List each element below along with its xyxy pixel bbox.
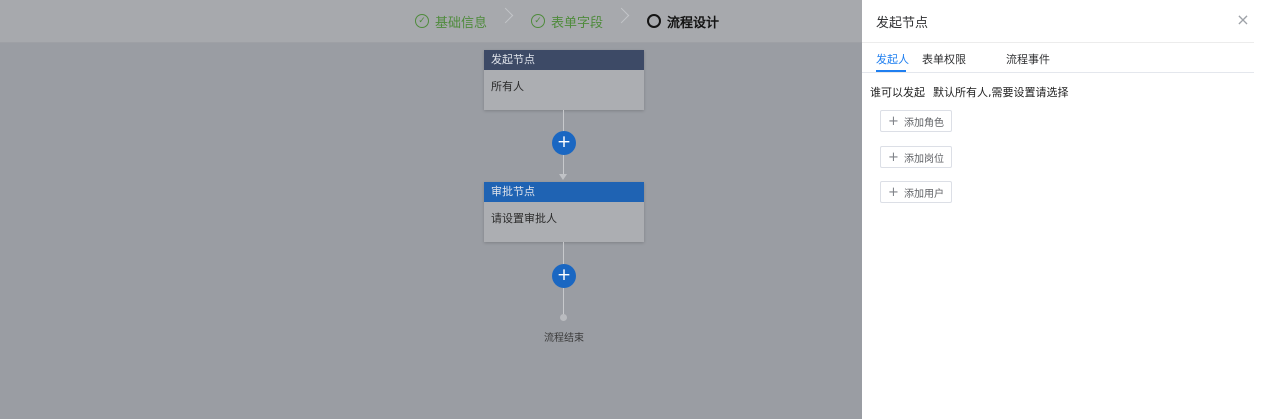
check-circle-icon: ✓ xyxy=(531,14,545,28)
chevron-right-icon xyxy=(613,7,630,24)
start-node-card[interactable]: 发起节点 所有人 xyxy=(484,50,644,110)
check-circle-icon: ✓ xyxy=(415,14,429,28)
plus-icon: + xyxy=(888,184,899,200)
connector-line xyxy=(563,155,564,174)
button-label: 添加角色 xyxy=(903,117,944,129)
step-label: 表单字段 xyxy=(551,15,604,31)
step-flow-design[interactable]: 流程设计 xyxy=(647,12,720,31)
close-icon[interactable]: × xyxy=(1233,10,1253,30)
chevron-right-icon xyxy=(497,7,514,24)
step-label: 流程设计 xyxy=(667,15,720,31)
drawer-title: 发起节点 xyxy=(876,16,929,31)
tab-flow-events[interactable]: 流程事件 xyxy=(1006,51,1050,67)
active-tab-indicator xyxy=(876,70,906,72)
add-position-button[interactable]: + 添加岗位 xyxy=(880,146,952,168)
end-label: 流程结束 xyxy=(544,333,584,344)
start-node-content: 所有人 xyxy=(491,80,524,93)
step-label: 基础信息 xyxy=(435,15,488,31)
add-role-button[interactable]: + 添加角色 xyxy=(880,110,952,132)
step-basic-info[interactable]: ✓ 基础信息 xyxy=(415,12,488,31)
arrow-down-icon xyxy=(559,174,567,180)
who-can-initiate-label: 谁可以发起 xyxy=(870,86,925,99)
plus-icon: + xyxy=(888,113,899,129)
circle-icon xyxy=(647,14,661,28)
approve-node-title: 审批节点 xyxy=(484,182,644,202)
step-form-fields[interactable]: ✓ 表单字段 xyxy=(531,12,604,31)
end-dot xyxy=(560,314,567,321)
node-settings-drawer: 发起节点 × 发起人 表单权限 流程事件 谁可以发起 默认所有人,需要设置请选择… xyxy=(862,0,1282,419)
approve-node-card[interactable]: 审批节点 请设置审批人 xyxy=(484,182,644,242)
add-node-button[interactable]: + xyxy=(552,131,576,155)
drawer-tabs: 发起人 表单权限 流程事件 xyxy=(862,42,1254,73)
add-user-button[interactable]: + 添加用户 xyxy=(880,181,952,203)
button-label: 添加岗位 xyxy=(903,153,944,165)
connector-line xyxy=(563,242,564,264)
add-node-button[interactable]: + xyxy=(552,264,576,288)
tab-initiator[interactable]: 发起人 xyxy=(876,51,909,67)
approve-node-content: 请设置审批人 xyxy=(491,212,557,225)
connector-line xyxy=(563,288,564,315)
plus-icon: + xyxy=(888,149,899,165)
who-can-initiate-hint: 默认所有人,需要设置请选择 xyxy=(933,86,1069,99)
start-node-title: 发起节点 xyxy=(484,50,644,70)
tab-form-permissions[interactable]: 表单权限 xyxy=(922,51,966,67)
button-label: 添加用户 xyxy=(903,188,944,200)
